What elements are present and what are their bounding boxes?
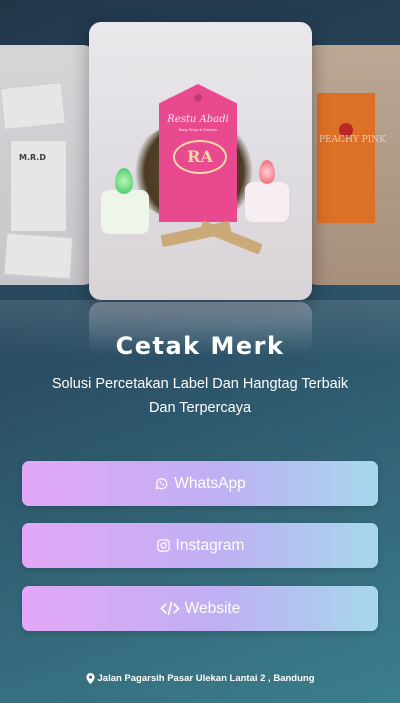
whatsapp-label: WhatsApp (174, 474, 246, 492)
candle-right (245, 182, 289, 222)
profile-name: Cetak Merk (115, 332, 285, 360)
pink-flame (259, 160, 275, 184)
carousel-slide-hangtag[interactable]: PEACHY PINK (305, 45, 400, 285)
address-footer: Jalan Pagarsih Pasar Ulekan Lantai 2 , B… (0, 673, 400, 684)
hangtag-subtitle: Baby Shop & Fashion (178, 127, 218, 132)
address-text: Jalan Pagarsih Pasar Ulekan Lantai 2 , B… (97, 673, 315, 684)
wooden-clothespin (199, 220, 263, 255)
woven-label (3, 232, 74, 280)
image-carousel[interactable]: M.R.D PEACHY PINK Restu Abadi Baby Shop … (0, 0, 400, 360)
orange-hangtag (317, 93, 375, 223)
green-flame (115, 168, 133, 194)
hangtag-brand: Restu Abadi (167, 114, 229, 125)
woven-label (0, 81, 67, 131)
hangtag-logo: RA (173, 140, 227, 174)
website-label: Website (184, 599, 241, 617)
code-icon (159, 601, 180, 616)
hangtag-text: PEACHY PINK (319, 135, 386, 145)
whatsapp-button[interactable]: WhatsApp (22, 461, 378, 506)
label-brand-text: M.R.D (19, 153, 46, 162)
carousel-slide-active[interactable]: Restu Abadi Baby Shop & Fashion RA (89, 22, 312, 300)
whatsapp-icon (155, 478, 168, 490)
map-marker-icon (85, 673, 95, 684)
candle-left (101, 190, 149, 234)
instagram-label: Instagram (175, 536, 245, 554)
pink-hangtag: Restu Abadi Baby Shop & Fashion RA (159, 84, 237, 222)
website-button[interactable]: Website (22, 586, 378, 631)
instagram-icon (156, 539, 170, 552)
hangtag-hole (194, 94, 202, 102)
instagram-button[interactable]: Instagram (22, 523, 378, 568)
woven-label: M.R.D (10, 140, 67, 232)
profile-tagline: Solusi Percetakan Label Dan Hangtag Terb… (51, 376, 349, 416)
carousel-slide-labels[interactable]: M.R.D (0, 45, 95, 285)
